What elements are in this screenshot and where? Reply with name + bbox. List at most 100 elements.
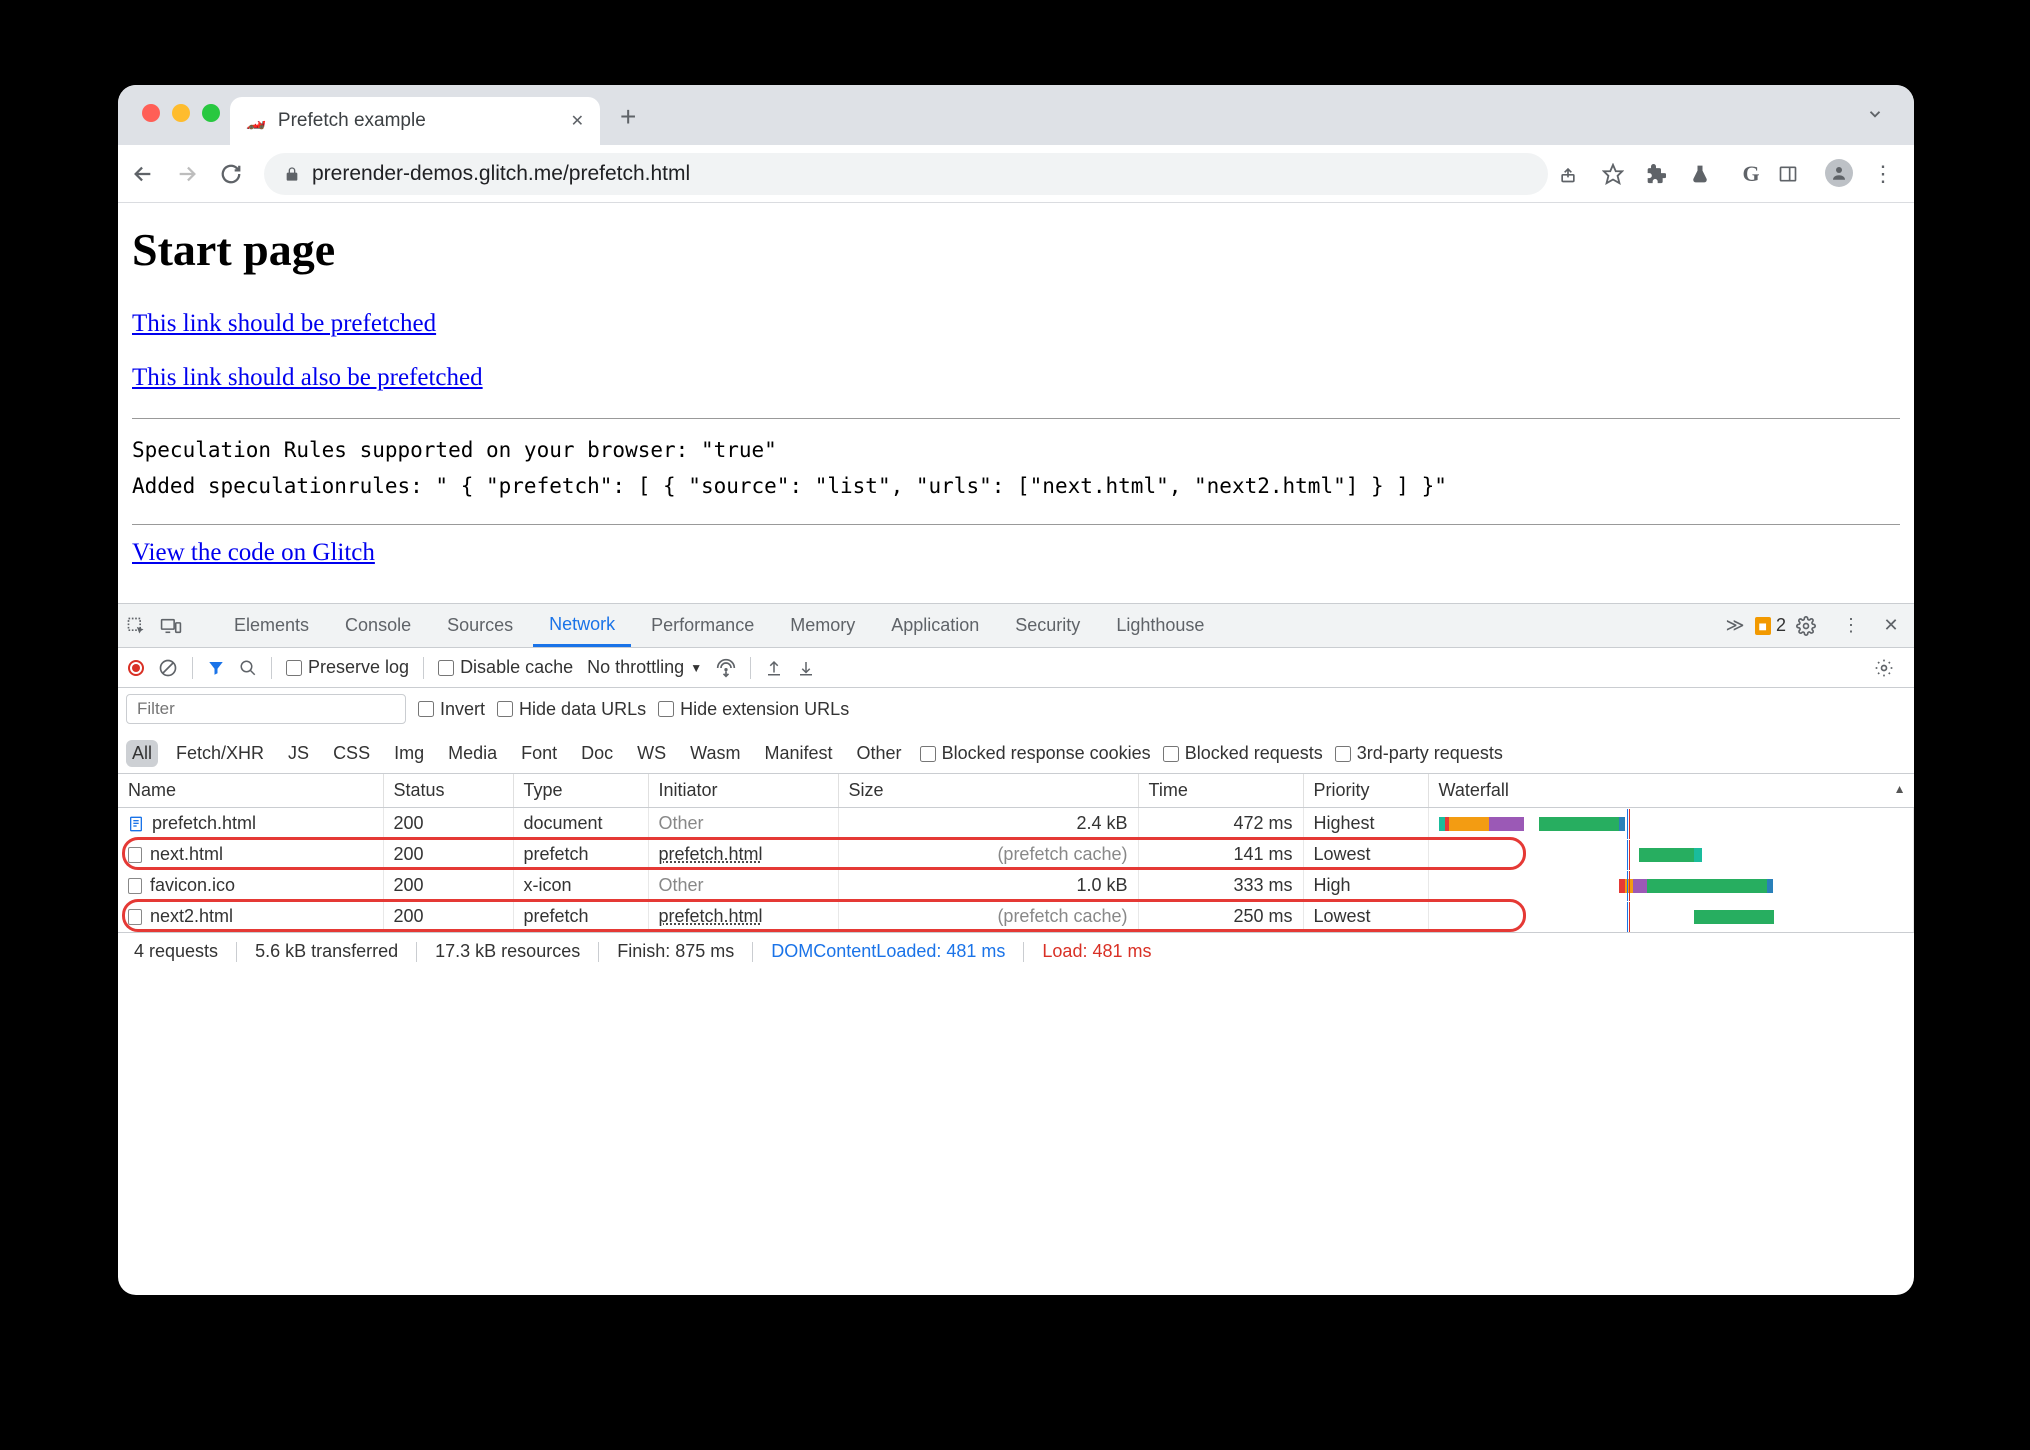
- col-waterfall[interactable]: Waterfall▲: [1428, 774, 1914, 808]
- col-size[interactable]: Size: [838, 774, 1138, 808]
- extensions-icon[interactable]: [1646, 164, 1680, 184]
- minimize-window-button[interactable]: [172, 104, 190, 122]
- tab-sources[interactable]: Sources: [431, 604, 529, 647]
- back-button[interactable]: [132, 163, 166, 185]
- settings-icon[interactable]: [1796, 616, 1826, 636]
- clear-button[interactable]: [158, 658, 178, 678]
- network-settings-icon[interactable]: [1874, 658, 1904, 678]
- request-size: 2.4 kB: [838, 808, 1138, 840]
- url-text: prerender-demos.glitch.me/prefetch.html: [312, 162, 690, 186]
- bookmark-icon[interactable]: [1602, 163, 1636, 185]
- request-name: prefetch.html: [152, 813, 256, 834]
- throttling-select[interactable]: No throttling ▼: [587, 657, 702, 678]
- request-type: x-icon: [513, 870, 648, 901]
- request-time: 141 ms: [1138, 839, 1303, 870]
- tab-console[interactable]: Console: [329, 604, 427, 647]
- upload-har-icon[interactable]: [765, 659, 783, 677]
- close-devtools-button[interactable]: ✕: [1876, 615, 1906, 636]
- address-bar[interactable]: prerender-demos.glitch.me/prefetch.html: [264, 153, 1548, 195]
- invert-checkbox[interactable]: Invert: [418, 699, 485, 720]
- tab-elements[interactable]: Elements: [218, 604, 325, 647]
- status-finish: Finish: 875 ms: [617, 941, 734, 962]
- request-initiator[interactable]: prefetch.html: [659, 906, 763, 926]
- filter-img[interactable]: Img: [388, 740, 430, 767]
- status-load: Load: 481 ms: [1042, 941, 1151, 962]
- issues-button[interactable]: ■ 2: [1755, 615, 1787, 636]
- browser-tab[interactable]: 🏎️ Prefetch example ✕: [230, 97, 600, 145]
- filter-css[interactable]: CSS: [327, 740, 376, 767]
- tab-network[interactable]: Network: [533, 604, 631, 647]
- tab-lighthouse[interactable]: Lighthouse: [1100, 604, 1220, 647]
- close-tab-button[interactable]: ✕: [571, 111, 584, 131]
- request-time: 250 ms: [1138, 901, 1303, 932]
- filter-js[interactable]: JS: [282, 740, 315, 767]
- tab-application[interactable]: Application: [875, 604, 995, 647]
- filter-manifest[interactable]: Manifest: [759, 740, 839, 767]
- tabs-menu-button[interactable]: [1866, 105, 1884, 123]
- hide-extension-urls-checkbox[interactable]: Hide extension URLs: [658, 699, 849, 720]
- third-party-checkbox[interactable]: 3rd-party requests: [1335, 743, 1503, 764]
- issues-badge-icon: ■: [1755, 617, 1771, 635]
- table-row[interactable]: next2.html200prefetchprefetch.html(prefe…: [118, 901, 1914, 932]
- profile-button[interactable]: [1822, 159, 1856, 188]
- devtools-tabstrip: Elements Console Sources Network Perform…: [118, 604, 1914, 648]
- col-type[interactable]: Type: [513, 774, 648, 808]
- side-panel-icon[interactable]: [1778, 164, 1812, 184]
- network-table-wrap: Name Status Type Initiator Size Time Pri…: [118, 774, 1914, 932]
- avatar-icon: [1825, 159, 1853, 187]
- google-icon[interactable]: G: [1734, 161, 1768, 187]
- more-tabs-icon[interactable]: ≫: [1726, 615, 1745, 636]
- device-icon[interactable]: [160, 616, 190, 636]
- filter-doc[interactable]: Doc: [575, 740, 619, 767]
- table-row[interactable]: prefetch.html200documentOther2.4 kB472 m…: [118, 808, 1914, 840]
- prefetch-link-2[interactable]: This link should also be prefetched: [132, 364, 483, 392]
- browser-menu-button[interactable]: ⋮: [1866, 161, 1900, 187]
- request-time: 472 ms: [1138, 808, 1303, 840]
- request-time: 333 ms: [1138, 870, 1303, 901]
- inspect-icon[interactable]: [126, 616, 156, 636]
- filter-fetchxhr[interactable]: Fetch/XHR: [170, 740, 270, 767]
- new-tab-button[interactable]: +: [600, 101, 656, 145]
- tab-performance[interactable]: Performance: [635, 604, 770, 647]
- record-button[interactable]: [128, 660, 144, 676]
- network-conditions-icon[interactable]: [716, 658, 736, 678]
- search-icon[interactable]: [239, 659, 257, 677]
- file-icon: [128, 909, 142, 925]
- labs-icon[interactable]: [1690, 164, 1724, 184]
- request-size: 1.0 kB: [838, 870, 1138, 901]
- filter-other[interactable]: Other: [851, 740, 908, 767]
- favicon-icon: 🏎️: [246, 111, 266, 131]
- glitch-code-link[interactable]: View the code on Glitch: [132, 539, 375, 567]
- col-name[interactable]: Name: [118, 774, 383, 808]
- filter-all[interactable]: All: [126, 740, 158, 767]
- devtools-menu-icon[interactable]: ⋮: [1836, 615, 1866, 636]
- filter-media[interactable]: Media: [442, 740, 503, 767]
- blocked-cookies-checkbox[interactable]: Blocked response cookies: [920, 743, 1151, 764]
- request-initiator[interactable]: prefetch.html: [659, 844, 763, 864]
- forward-button[interactable]: [176, 163, 210, 185]
- filter-input[interactable]: [126, 694, 406, 724]
- hide-data-urls-checkbox[interactable]: Hide data URLs: [497, 699, 646, 720]
- blocked-requests-checkbox[interactable]: Blocked requests: [1163, 743, 1323, 764]
- filter-ws[interactable]: WS: [631, 740, 672, 767]
- col-initiator[interactable]: Initiator: [648, 774, 838, 808]
- table-row[interactable]: favicon.ico200x-iconOther1.0 kB333 msHig…: [118, 870, 1914, 901]
- preserve-log-checkbox[interactable]: Preserve log: [286, 657, 409, 678]
- filter-wasm[interactable]: Wasm: [684, 740, 746, 767]
- share-icon[interactable]: [1558, 164, 1592, 184]
- disable-cache-checkbox[interactable]: Disable cache: [438, 657, 573, 678]
- code-line-2: Added speculationrules: " { "prefetch": …: [132, 469, 1900, 505]
- col-status[interactable]: Status: [383, 774, 513, 808]
- tab-memory[interactable]: Memory: [774, 604, 871, 647]
- reload-button[interactable]: [220, 163, 254, 185]
- filter-font[interactable]: Font: [515, 740, 563, 767]
- table-row[interactable]: next.html200prefetchprefetch.html(prefet…: [118, 839, 1914, 870]
- prefetch-link-1[interactable]: This link should be prefetched: [132, 310, 436, 338]
- filter-icon[interactable]: [207, 659, 225, 677]
- maximize-window-button[interactable]: [202, 104, 220, 122]
- download-har-icon[interactable]: [797, 659, 815, 677]
- col-priority[interactable]: Priority: [1303, 774, 1428, 808]
- close-window-button[interactable]: [142, 104, 160, 122]
- tab-security[interactable]: Security: [999, 604, 1096, 647]
- col-time[interactable]: Time: [1138, 774, 1303, 808]
